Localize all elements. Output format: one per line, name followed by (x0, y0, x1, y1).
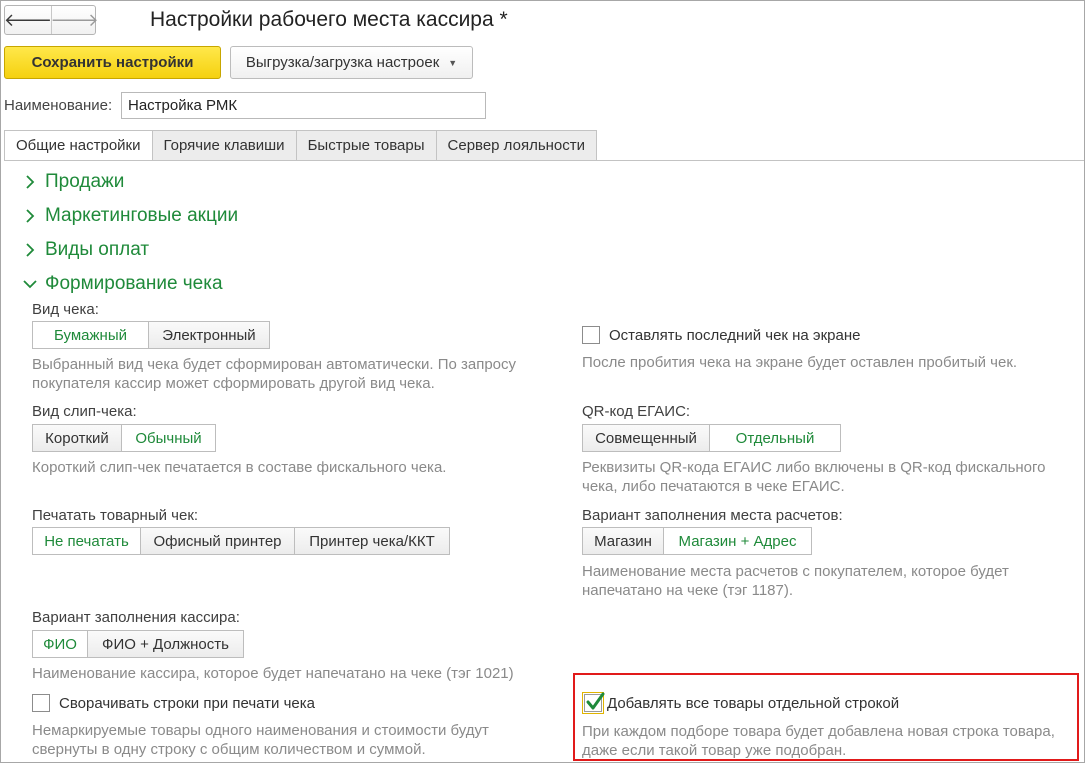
print-option-none[interactable]: Не печатать (32, 527, 141, 555)
collapse-rows-option: Сворачивать строки при печати чека (32, 694, 315, 712)
checkmark-icon (586, 692, 605, 710)
name-field-label: Наименование: (4, 97, 113, 114)
section-marketing[interactable]: Маркетинговые акции (20, 205, 238, 227)
hint-line: Выбранный вид чека будет сформирован авт… (32, 356, 517, 373)
hint-line: При каждом подборе товара будет добавлен… (582, 723, 1055, 740)
export-import-label: Выгрузка/загрузка настроек (245, 54, 440, 71)
forward-arrow-icon[interactable]: 🡒 (50, 6, 99, 34)
qr-egais-label: QR-код ЕГАИС: (582, 403, 691, 420)
add-separate-row-label[interactable]: Добавлять все товары отдельной строкой (607, 695, 899, 712)
section-receipt-forming[interactable]: Формирование чека (20, 273, 223, 295)
qr-egais-separate[interactable]: Отдельный (710, 424, 841, 452)
hint-line: покупателя кассир может сформировать дру… (32, 375, 435, 392)
chevron-right-icon (26, 243, 35, 257)
print-sales-receipt-selector: Не печатать Офисный принтер Принтер чека… (32, 527, 450, 555)
hint-line: напечатано на чеке (тэг 1187). (582, 582, 794, 599)
chevron-down-icon (23, 280, 37, 289)
receipt-type-hint: Выбранный вид чека будет сформирован авт… (32, 355, 516, 393)
hint-line: Наименование места расчетов с покупателе… (582, 563, 1009, 580)
print-sales-receipt-label: Печатать товарный чек: (32, 507, 199, 524)
cashier-fill-hint: Наименование кассира, которое будет напе… (32, 665, 514, 682)
dropdown-triangle-icon: ▼ (448, 57, 458, 68)
collapse-rows-checkbox[interactable] (32, 694, 50, 712)
add-separate-row-hint: При каждом подборе товара будет добавлен… (582, 722, 1055, 760)
slip-type-label: Вид слип-чека: (32, 403, 137, 420)
add-separate-row-checkbox[interactable] (582, 692, 605, 714)
tab-loyalty-server[interactable]: Сервер лояльности (436, 130, 598, 161)
cashier-fill-fio[interactable]: ФИО (32, 630, 88, 658)
hint-line: Реквизиты QR-кода ЕГАИС либо включены в … (582, 459, 1046, 476)
hint-line: даже если такой товар уже подобран. (582, 742, 847, 759)
cashier-fill-fio-position[interactable]: ФИО + Должность (88, 630, 244, 658)
settlement-place-selector: Магазин Магазин + Адрес (582, 527, 812, 555)
slip-type-selector: Короткий Обычный (32, 424, 216, 452)
tab-divider (4, 160, 1084, 161)
receipt-type-selector: Бумажный Электронный (32, 321, 270, 349)
tab-general-settings[interactable]: Общие настройки (4, 130, 153, 161)
page-title: Настройки рабочего места кассира * (150, 8, 508, 31)
slip-type-normal[interactable]: Обычный (122, 424, 216, 452)
section-payment-types-label: Виды оплат (45, 239, 150, 260)
qr-egais-selector: Совмещенный Отдельный (582, 424, 841, 452)
save-settings-button[interactable]: Сохранить настройки (4, 46, 221, 79)
hint-line: чека, либо печатаются в чеке ЕГАИС. (582, 478, 845, 495)
navigation-buttons: 🡐 🡒 (4, 5, 99, 35)
slip-type-hint: Короткий слип-чек печатается в составе ф… (32, 459, 447, 476)
settlement-place-shop-address[interactable]: Магазин + Адрес (664, 527, 812, 555)
section-sales-label: Продажи (45, 171, 125, 192)
tab-bar: Общие настройки Горячие клавиши Быстрые … (4, 130, 598, 161)
cashier-fill-label: Вариант заполнения кассира: (32, 609, 240, 626)
receipt-type-electronic[interactable]: Электронный (149, 321, 270, 349)
settlement-place-hint: Наименование места расчетов с покупателе… (582, 562, 1009, 600)
section-receipt-forming-label: Формирование чека (45, 273, 223, 294)
receipt-type-paper[interactable]: Бумажный (32, 321, 149, 349)
settlement-place-label: Вариант заполнения места расчетов: (582, 507, 843, 524)
name-input[interactable] (121, 92, 486, 119)
collapse-rows-hint: Немаркируемые товары одного наименования… (32, 721, 489, 759)
slip-type-short[interactable]: Короткий (32, 424, 122, 452)
keep-last-receipt-checkbox[interactable] (582, 326, 600, 344)
chevron-right-icon (26, 209, 35, 223)
qr-egais-combined[interactable]: Совмещенный (582, 424, 710, 452)
receipt-type-label: Вид чека: (32, 301, 99, 318)
hint-line: свернуты в одну строку с общим количеств… (32, 741, 426, 758)
keep-last-receipt-label[interactable]: Оставлять последний чек на экране (609, 327, 860, 344)
section-marketing-label: Маркетинговые акции (45, 205, 239, 226)
cashier-fill-selector: ФИО ФИО + Должность (32, 630, 244, 658)
tab-hotkeys[interactable]: Горячие клавиши (152, 130, 297, 161)
settlement-place-shop[interactable]: Магазин (582, 527, 664, 555)
print-option-office[interactable]: Офисный принтер (141, 527, 295, 555)
back-arrow-icon[interactable]: 🡐 (4, 6, 52, 34)
collapse-rows-label[interactable]: Сворачивать строки при печати чека (59, 695, 315, 712)
qr-egais-hint: Реквизиты QR-кода ЕГАИС либо включены в … (582, 458, 1046, 496)
tab-quick-products[interactable]: Быстрые товары (296, 130, 437, 161)
add-separate-row-option: Добавлять все товары отдельной строкой (582, 692, 899, 714)
export-import-settings-button[interactable]: Выгрузка/загрузка настроек ▼ (230, 46, 473, 79)
keep-last-receipt-option: Оставлять последний чек на экране (582, 326, 860, 344)
section-payment-types[interactable]: Виды оплат (20, 239, 149, 261)
chevron-right-icon (26, 175, 35, 189)
print-option-kkt[interactable]: Принтер чека/ККТ (295, 527, 450, 555)
hint-line: Немаркируемые товары одного наименования… (32, 722, 489, 739)
section-sales[interactable]: Продажи (20, 171, 124, 193)
keep-last-receipt-hint: После пробития чека на экране будет оста… (582, 354, 1018, 371)
